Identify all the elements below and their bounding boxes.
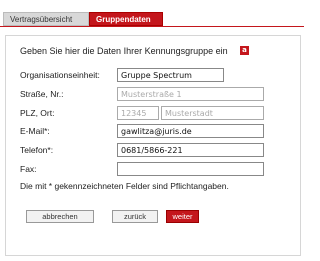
street-input[interactable]: Musterstraße 1 — [117, 87, 264, 101]
org-label: Organisationseinheit: — [20, 70, 100, 80]
tab-bar: Vertragsübersicht Gruppendaten — [0, 0, 304, 27]
form-heading: Geben Sie hier die Daten Ihrer Kennungsg… — [20, 46, 228, 56]
tab-contract-overview[interactable]: Vertragsübersicht — [3, 12, 89, 26]
street-label: Straße, Nr.: — [20, 89, 64, 99]
tab-divider — [0, 26, 304, 27]
tab-group-data[interactable]: Gruppendaten — [89, 12, 163, 26]
required-fields-note: Die mit * gekennzeichneten Felder sind P… — [20, 181, 229, 191]
email-input[interactable]: gawlitza@juris.de — [117, 124, 264, 138]
phone-label: Telefon*: — [20, 145, 54, 155]
email-label: E-Mail*: — [20, 126, 50, 136]
help-icon[interactable]: a — [240, 46, 249, 55]
org-input[interactable]: Gruppe Spectrum — [117, 68, 224, 82]
zip-input[interactable]: 12345 — [117, 106, 159, 120]
city-input[interactable]: Musterstadt — [161, 106, 264, 120]
cancel-button[interactable]: abbrechen — [26, 210, 94, 223]
phone-input[interactable]: 0681/5866-221 — [117, 143, 264, 157]
fax-label: Fax: — [20, 164, 37, 174]
back-button[interactable]: zurück — [112, 210, 158, 223]
fax-input[interactable] — [117, 162, 264, 176]
next-button[interactable]: weiter — [166, 210, 199, 223]
zip-city-label: PLZ, Ort: — [20, 108, 55, 118]
group-data-form: Geben Sie hier die Daten Ihrer Kennungsg… — [5, 35, 301, 256]
